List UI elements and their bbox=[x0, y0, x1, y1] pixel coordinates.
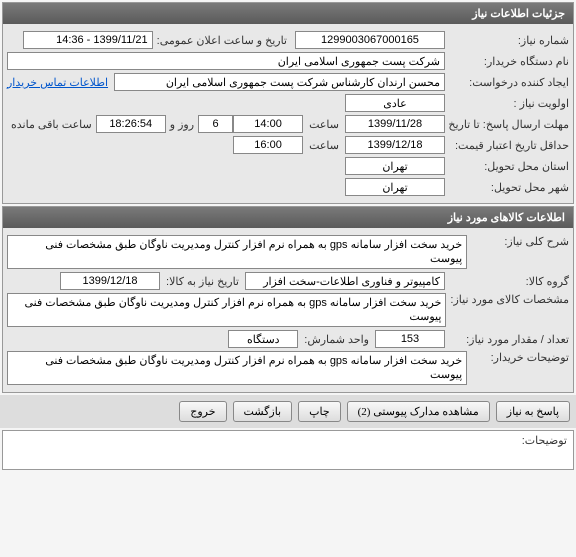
qty-field[interactable] bbox=[375, 330, 445, 348]
need-until-field[interactable] bbox=[60, 272, 160, 290]
goods-info-header: اطلاعات کالاهای مورد نیاز bbox=[3, 207, 573, 228]
group-field[interactable] bbox=[245, 272, 445, 290]
buyer-org-field[interactable] bbox=[7, 52, 445, 70]
time-label-2: ساعت bbox=[309, 139, 339, 152]
priority-field[interactable] bbox=[345, 94, 445, 112]
need-number-label: شماره نیاز: bbox=[449, 34, 569, 47]
buyer-notes-field[interactable] bbox=[7, 351, 467, 385]
min-credit-label: حداقل تاریخ اعتبار قیمت: bbox=[449, 139, 569, 152]
delivery-province-label: استان محل تحویل: bbox=[449, 160, 569, 173]
hours-remaining-field[interactable] bbox=[96, 115, 166, 133]
buyer-notes-label: توضیحات خریدار: bbox=[471, 351, 569, 364]
days-remaining-field[interactable] bbox=[198, 115, 233, 133]
unit-field[interactable] bbox=[228, 330, 298, 348]
back-button[interactable]: بازگشت bbox=[233, 401, 293, 422]
creator-label: ایجاد کننده درخواست: bbox=[449, 76, 569, 89]
buyer-org-label: نام دستگاه خریدار: bbox=[449, 55, 569, 68]
delivery-city-field[interactable] bbox=[345, 178, 445, 196]
need-details-header: جزئیات اطلاعات نیاز bbox=[3, 3, 573, 24]
need-details-panel: جزئیات اطلاعات نیاز شماره نیاز: تاریخ و … bbox=[2, 2, 574, 204]
days-label: روز و bbox=[170, 118, 194, 131]
delivery-province-field[interactable] bbox=[345, 157, 445, 175]
general-desc-label: شرح کلی نیاز: bbox=[471, 235, 569, 248]
qty-label: تعداد / مقدار مورد نیاز: bbox=[449, 333, 569, 346]
need-details-body: شماره نیاز: تاریخ و ساعت اعلان عمومی: نا… bbox=[3, 24, 573, 203]
min-credit-date-field[interactable] bbox=[345, 136, 445, 154]
respond-button[interactable]: پاسخ به نیاز bbox=[496, 401, 570, 422]
attachments-button[interactable]: مشاهده مدارک پیوستی (2) bbox=[347, 401, 490, 422]
goods-info-panel: اطلاعات کالاهای مورد نیاز شرح کلی نیاز: … bbox=[2, 206, 574, 393]
public-datetime-field[interactable] bbox=[23, 31, 153, 49]
delivery-city-label: شهر محل تحویل: bbox=[449, 181, 569, 194]
item-spec-label: مشخصات کالای مورد نیاز: bbox=[450, 293, 569, 306]
need-until-label: تاریخ نیاز به کالا: bbox=[166, 275, 239, 288]
general-desc-field[interactable] bbox=[7, 235, 467, 269]
print-button[interactable]: چاپ bbox=[298, 401, 341, 422]
deadline-time-field[interactable] bbox=[233, 115, 303, 133]
deadline-label: مهلت ارسال پاسخ: تا تاریخ : bbox=[449, 118, 569, 131]
deadline-date-field[interactable] bbox=[345, 115, 445, 133]
hours-label: ساعت باقی مانده bbox=[11, 118, 92, 131]
group-label: گروه کالا: bbox=[449, 275, 569, 288]
min-credit-time-field[interactable] bbox=[233, 136, 303, 154]
notes-label: توضیحات: bbox=[3, 431, 573, 450]
unit-label: واحد شمارش: bbox=[304, 333, 369, 346]
notes-area: توضیحات: bbox=[2, 430, 574, 470]
creator-field[interactable] bbox=[114, 73, 445, 91]
time-label-1: ساعت bbox=[309, 118, 339, 131]
priority-label: اولویت نیاز : bbox=[449, 97, 569, 110]
exit-button[interactable]: خروج bbox=[179, 401, 226, 422]
item-spec-field[interactable] bbox=[7, 293, 446, 327]
goods-info-body: شرح کلی نیاز: گروه کالا: تاریخ نیاز به ک… bbox=[3, 228, 573, 392]
need-number-field[interactable] bbox=[295, 31, 445, 49]
public-datetime-label: تاریخ و ساعت اعلان عمومی: bbox=[157, 34, 287, 47]
button-bar: پاسخ به نیاز مشاهده مدارک پیوستی (2) چاپ… bbox=[0, 395, 576, 428]
contact-link[interactable]: اطلاعات تماس خریدار bbox=[7, 76, 108, 89]
